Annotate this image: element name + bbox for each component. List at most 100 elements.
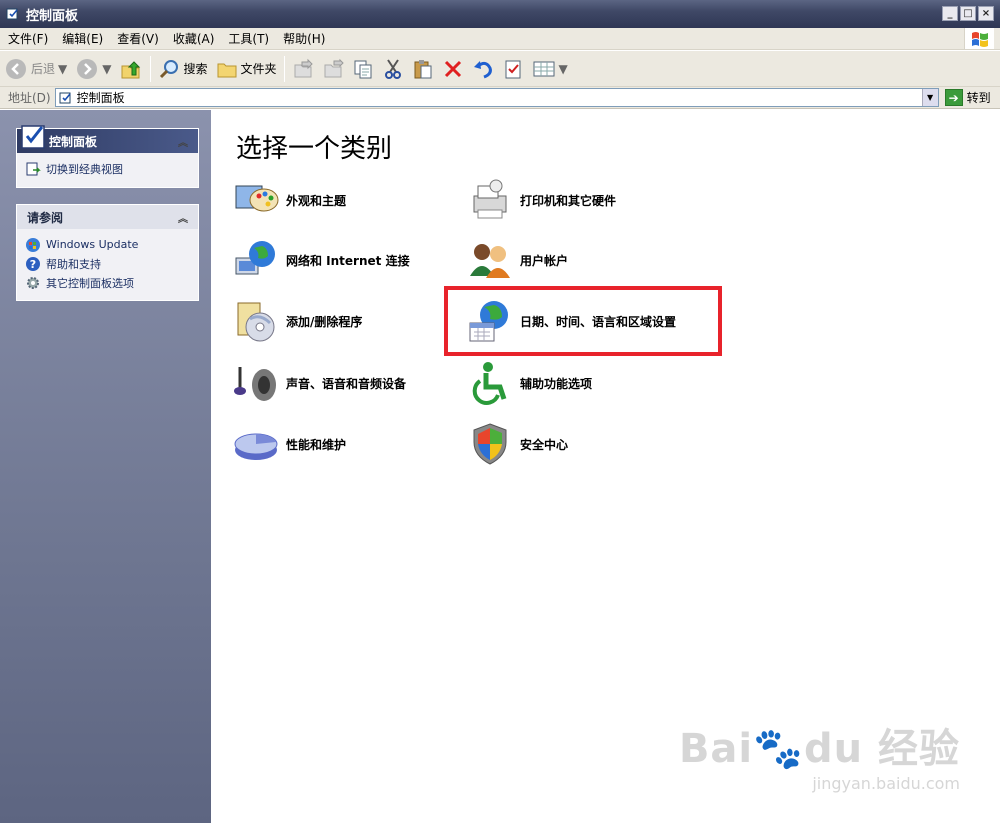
copy-button[interactable]	[348, 54, 378, 84]
address-bar: 地址(D) 控制面板 ▼ ➔ 转到	[0, 87, 1000, 109]
menu-bar: 文件(F) 编辑(E) 查看(V) 收藏(A) 工具(T) 帮助(H)	[0, 28, 1000, 50]
toolbar: 后退 ▼ ▼ 搜索 文件夹 ▼	[0, 51, 1000, 87]
up-folder-button[interactable]	[115, 54, 147, 84]
category-network-internet[interactable]: 网络和 Internet 连接	[232, 236, 410, 284]
delete-button[interactable]	[438, 54, 468, 84]
menu-help[interactable]: 帮助(H)	[277, 30, 331, 47]
folder-icon	[217, 63, 236, 77]
menu-file[interactable]: 文件(F)	[2, 30, 54, 47]
control-panel-task-box: 控制面板 ︽ 切换到经典视图	[16, 125, 199, 188]
menu-edit[interactable]: 编辑(E)	[56, 30, 109, 47]
printer-icon	[473, 179, 507, 219]
cut-icon	[384, 58, 401, 79]
sound-speaker-icon	[234, 367, 276, 401]
see-also-task-box: 请参阅 ︽ Windows Update ? 帮助和支持 其它控制面板选项	[16, 204, 199, 301]
address-dropdown-icon[interactable]: ▼	[921, 89, 938, 106]
menu-view[interactable]: 查看(V)	[111, 30, 165, 47]
control-panel-icon	[59, 92, 71, 103]
add-remove-programs-icon	[237, 302, 275, 342]
user-accounts-icon	[470, 244, 510, 278]
category-add-remove-programs[interactable]: 添加/删除程序	[232, 297, 362, 345]
copy-to-icon	[324, 58, 344, 77]
performance-pie-icon	[234, 433, 278, 460]
windows-update-link[interactable]: Windows Update	[25, 235, 190, 254]
toolbar-separator	[283, 55, 285, 82]
category-user-accounts[interactable]: 用户帐户	[466, 236, 568, 284]
address-label: 地址(D)	[8, 91, 51, 105]
appearance-themes-icon	[235, 185, 279, 212]
category-label: 打印机和其它硬件	[520, 193, 617, 208]
watermark-url: jingyan.baidu.com	[812, 774, 960, 793]
paste-icon	[414, 59, 432, 78]
control-panel-icon	[6, 8, 18, 20]
task-pane: 控制面板 ︽ 切换到经典视图 请参阅 ︽ Windows Update ? 帮助…	[0, 110, 211, 823]
link-label: Windows Update	[46, 238, 139, 251]
baidu-watermark: Bai🐾du 经验 jingyan.baidu.com	[679, 716, 960, 793]
views-dropdown-icon[interactable]: ▼	[559, 62, 568, 76]
copy-to-button[interactable]	[318, 54, 348, 84]
address-value: 控制面板	[76, 91, 125, 105]
search-label: 搜索	[183, 62, 208, 76]
gear-icon	[27, 276, 39, 289]
windows-logo-icon	[964, 28, 994, 49]
category-printers-hardware[interactable]: 打印机和其它硬件	[466, 176, 616, 224]
forward-dropdown-icon[interactable]: ▼	[102, 62, 111, 76]
help-support-link[interactable]: ? 帮助和支持	[25, 254, 190, 273]
search-button[interactable]: 搜索	[154, 54, 211, 84]
category-label: 声音、语音和音频设备	[286, 376, 407, 391]
properties-button[interactable]	[498, 54, 528, 84]
toolbar-separator	[150, 55, 152, 82]
close-button[interactable]: ×	[978, 6, 994, 21]
paw-icon: 🐾	[753, 726, 804, 772]
security-shield-icon	[473, 423, 507, 465]
switch-classic-view-link[interactable]: 切换到经典视图	[25, 159, 190, 178]
category-label: 辅助功能选项	[520, 376, 593, 391]
undo-icon	[473, 60, 492, 78]
collapse-chevron-icon[interactable]: ︽	[178, 134, 188, 149]
move-to-button[interactable]	[288, 54, 318, 84]
category-security-center[interactable]: 安全中心	[466, 420, 568, 468]
back-button[interactable]: 后退 ▼	[0, 54, 71, 84]
cut-button[interactable]	[378, 54, 408, 84]
go-button[interactable]: ➔ 转到	[944, 89, 991, 106]
copy-icon	[354, 60, 372, 78]
back-arrow-icon	[6, 58, 26, 79]
category-label: 用户帐户	[520, 253, 569, 268]
other-options-link[interactable]: 其它控制面板选项	[25, 273, 190, 292]
panel-title: 控制面板	[49, 134, 98, 149]
category-label: 安全中心	[520, 437, 569, 452]
maximize-button[interactable]: □	[960, 6, 976, 21]
address-field[interactable]: 控制面板 ▼	[54, 88, 939, 107]
accessibility-icon	[472, 362, 507, 405]
minimize-button[interactable]: _	[942, 6, 958, 21]
watermark-brand: Bai	[678, 726, 754, 772]
watermark-brand2: du	[803, 726, 864, 772]
switch-view-label: 切换到经典视图	[46, 162, 123, 176]
undo-button[interactable]	[468, 54, 498, 84]
link-label: 帮助和支持	[46, 257, 101, 271]
watermark-cn: 经验	[878, 726, 960, 772]
category-appearance-themes[interactable]: 外观和主题	[232, 176, 346, 224]
category-label: 添加/删除程序	[286, 314, 363, 329]
views-button[interactable]: ▼	[528, 54, 572, 84]
category-performance-maintenance[interactable]: 性能和维护	[232, 420, 346, 468]
category-sound-speech-audio[interactable]: 声音、语音和音频设备	[232, 359, 406, 407]
folders-button[interactable]: 文件夹	[212, 54, 281, 84]
up-folder-icon	[121, 60, 141, 78]
network-globe-icon	[235, 241, 275, 275]
panel-header[interactable]: 请参阅 ︽	[17, 205, 198, 229]
help-icon: ?	[26, 256, 40, 271]
forward-button[interactable]: ▼	[71, 54, 115, 84]
collapse-chevron-icon[interactable]: ︽	[178, 210, 188, 225]
menu-tools[interactable]: 工具(T)	[222, 30, 275, 47]
title-bar: 控制面板 _ □ ×	[0, 0, 1000, 28]
back-label: 后退	[31, 62, 56, 76]
folders-label: 文件夹	[240, 62, 277, 76]
highlight-box	[444, 286, 722, 356]
go-arrow-icon: ➔	[944, 89, 963, 106]
menu-favorites[interactable]: 收藏(A)	[167, 30, 221, 47]
search-icon	[160, 59, 179, 78]
back-dropdown-icon[interactable]: ▼	[58, 62, 67, 76]
paste-button[interactable]	[408, 54, 438, 84]
category-accessibility-options[interactable]: 辅助功能选项	[466, 359, 592, 407]
